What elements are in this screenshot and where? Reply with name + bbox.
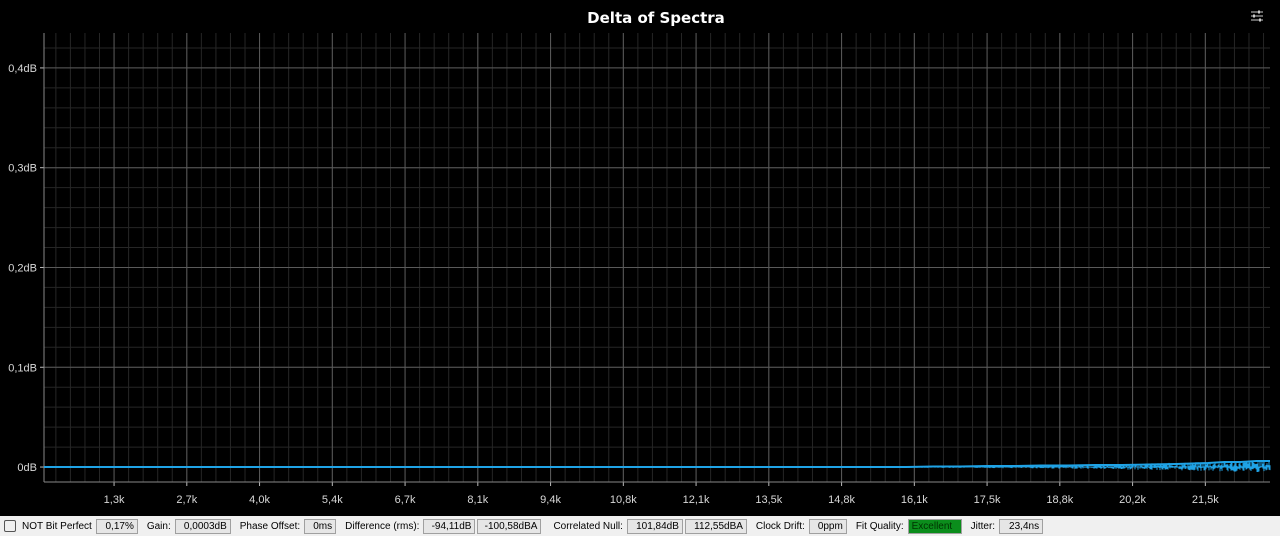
x-tick-label: 16,1k: [901, 494, 928, 506]
correlated-null-label: Correlated Null:: [553, 520, 623, 532]
fit-quality-label: Fit Quality:: [855, 520, 904, 532]
phase-offset-value: 0ms: [304, 518, 337, 534]
chart-title: Delta of Spectra: [587, 9, 725, 27]
x-tick-label: 10,8k: [610, 494, 637, 506]
y-tick-label: 0,2dB: [8, 262, 37, 274]
gain-label: Gain:: [146, 520, 171, 532]
x-tick-label: 2,7k: [176, 494, 197, 506]
x-tick-label: 4,0k: [249, 494, 270, 506]
x-tick-label: 18,8k: [1046, 494, 1073, 506]
correlated-null-value: 101,84dB: [626, 518, 683, 534]
difference-value-weighted: -100,58dBA: [477, 518, 542, 534]
x-tick-label: 12,1k: [683, 494, 710, 506]
x-tick-label: 20,2k: [1119, 494, 1146, 506]
x-tick-label: 9,4k: [540, 494, 561, 506]
chart-area: Delta of Spectra 1,3k 2,7k 4,0k 5,4k 6,7k 8,1…: [0, 0, 1280, 516]
clock-drift-label: Clock Drift:: [755, 520, 805, 532]
sliders-icon[interactable]: [1250, 9, 1264, 23]
clock-drift-value: 0ppm: [808, 518, 847, 534]
y-tick-label: 0,3dB: [8, 163, 37, 175]
x-tick-label: 5,4k: [322, 494, 343, 506]
bit-perfect-value: 0,17%: [95, 518, 138, 534]
gain-value: 0,0003dB: [174, 518, 231, 534]
document-icon: [4, 520, 16, 532]
x-tick-label: 14,8k: [828, 494, 855, 506]
fit-quality-value: Excellent: [907, 518, 962, 534]
phase-offset-label: Phase Offset:: [239, 520, 301, 532]
x-tick-label: 6,7k: [395, 494, 416, 506]
status-bar: NOT Bit Perfect 0,17% Gain: 0,0003dB Pha…: [0, 516, 1280, 536]
y-tick-label: 0,1dB: [8, 362, 37, 374]
jitter-value: 23,4ns: [999, 518, 1044, 534]
correlated-null-value-weighted: 112,55dBA: [684, 518, 747, 534]
delta-spectra-chart: Delta of Spectra 1,3k 2,7k 4,0k 5,4k 6,7k 8,1…: [8, 9, 1271, 506]
x-tick-label: 8,1k: [467, 494, 488, 506]
x-tick-label: 17,5k: [974, 494, 1001, 506]
bit-perfect-label: NOT Bit Perfect: [22, 520, 92, 532]
x-tick-label: 21,5k: [1192, 494, 1219, 506]
x-tick-label: 13,5k: [755, 494, 782, 506]
difference-label: Difference (rms):: [345, 520, 420, 532]
plot-area: [44, 33, 1270, 482]
difference-value: -94,11dB: [423, 518, 476, 534]
y-tick-label: 0,4dB: [8, 63, 37, 75]
jitter-label: Jitter:: [970, 520, 996, 532]
y-tick-label: 0dB: [17, 462, 37, 474]
x-tick-label: 1,3k: [104, 494, 125, 506]
